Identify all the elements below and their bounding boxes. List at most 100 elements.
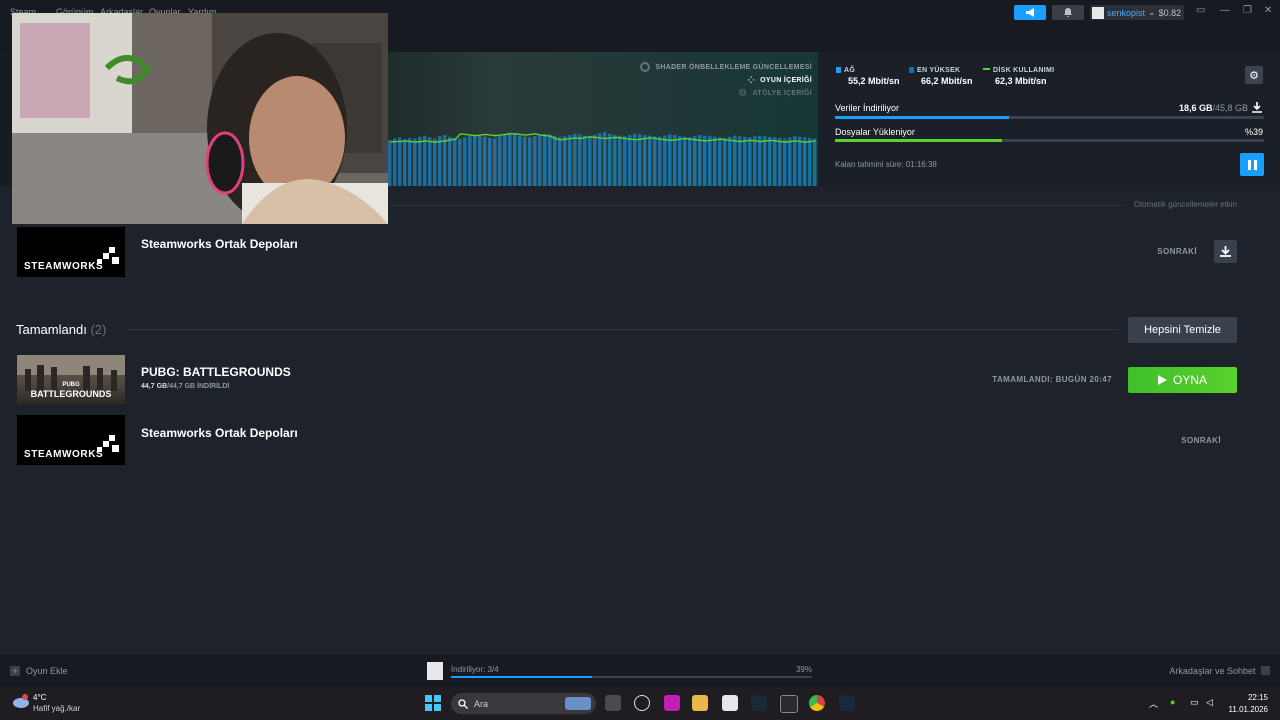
- graph-bar: [793, 136, 797, 186]
- graph-bar: [763, 136, 767, 186]
- announcements-button[interactable]: [1014, 5, 1046, 20]
- graph-bar: [523, 136, 527, 186]
- chrome-icon[interactable]: [809, 695, 825, 711]
- weather-temperature[interactable]: 4°C: [33, 693, 46, 702]
- webcam-feed: [12, 13, 388, 224]
- graph-bar: [748, 137, 752, 186]
- graph-bar: [408, 137, 412, 186]
- search-highlight-image: [565, 697, 591, 710]
- graph-bar: [698, 135, 702, 186]
- steamworks-thumbnail[interactable]: STEAMWORKS: [17, 415, 125, 465]
- graph-bar: [633, 133, 637, 186]
- graph-bar: [683, 136, 687, 186]
- task-view-icon[interactable]: [605, 695, 621, 711]
- account-menu[interactable]: senkopist ⌄ $0.82: [1090, 5, 1184, 20]
- downloading-game-icon[interactable]: [427, 662, 443, 680]
- bar-chart-icon: [909, 67, 914, 73]
- app-icon[interactable]: [634, 695, 650, 711]
- avatar: [1092, 6, 1104, 19]
- footer-progress-bar: [451, 676, 812, 678]
- search-icon: [458, 698, 468, 709]
- graph-bar: [488, 137, 492, 186]
- pause-button[interactable]: [1240, 153, 1264, 176]
- bar-chart-icon: [836, 67, 841, 73]
- graph-bar: [708, 136, 712, 186]
- network-label: AĞ: [836, 67, 855, 74]
- gear-icon: ⚙: [1249, 69, 1259, 82]
- clock-date[interactable]: 11.01.2026: [1210, 705, 1268, 714]
- graph-bar: [468, 136, 472, 186]
- svg-text:BATTLEGROUNDS: BATTLEGROUNDS: [31, 389, 112, 399]
- graph-bar: [628, 135, 632, 186]
- big-picture-icon[interactable]: ▭: [1196, 5, 1205, 16]
- steamworks-thumbnail[interactable]: STEAMWORKS: [17, 227, 125, 277]
- graph-bar: [693, 136, 697, 186]
- disk-label: DİSK KULLANIMI: [983, 67, 1054, 74]
- graph-bar: [678, 136, 682, 186]
- epic-games-icon[interactable]: [780, 695, 798, 713]
- graph-bar: [648, 135, 652, 186]
- file-explorer-icon[interactable]: [692, 695, 708, 711]
- maximize-icon[interactable]: ❐: [1243, 5, 1252, 16]
- up-next-title[interactable]: Steamworks Ortak Depoları: [141, 237, 298, 251]
- app-icon[interactable]: [664, 695, 680, 711]
- graph-bar: [483, 136, 487, 186]
- windows-logo-icon: [425, 695, 432, 702]
- close-icon[interactable]: ✕: [1264, 5, 1272, 16]
- download-progress-fill: [835, 116, 1010, 119]
- graph-bar: [543, 133, 547, 186]
- download-graph: [388, 132, 817, 186]
- graph-bar: [508, 132, 512, 186]
- steam-icon[interactable]: [839, 695, 855, 711]
- graph-bar: [388, 139, 392, 186]
- friends-chat-button[interactable]: Arkadaşlar ve Sohbet: [1120, 666, 1270, 676]
- graph-bar: [413, 138, 417, 186]
- graph-bar: [643, 135, 647, 186]
- graph-bar: [403, 139, 407, 186]
- graph-bar: [753, 136, 757, 186]
- svg-text:PUBG: PUBG: [62, 382, 80, 388]
- graph-bar: [568, 135, 572, 186]
- graph-bar: [443, 135, 447, 186]
- graph-bar: [533, 136, 537, 186]
- steam-icon[interactable]: [751, 695, 767, 711]
- download-settings-button[interactable]: ⚙: [1245, 66, 1263, 84]
- store-icon[interactable]: [722, 695, 738, 711]
- graph-bar: [503, 133, 507, 186]
- start-button[interactable]: [425, 695, 441, 711]
- graph-bar: [493, 138, 497, 186]
- pubg-thumbnail[interactable]: PUBG BATTLEGROUNDS: [17, 355, 125, 404]
- graph-bar: [538, 135, 542, 186]
- divider: [390, 205, 1125, 206]
- network-icon[interactable]: ▭: [1190, 697, 1199, 708]
- graph-bar: [663, 135, 667, 186]
- play-button[interactable]: OYNA: [1128, 367, 1237, 393]
- footer-download-label[interactable]: İndiriliyor: 3/4: [451, 665, 499, 674]
- steamworks-completed-title[interactable]: Steamworks Ortak Depoları: [141, 426, 298, 440]
- clock-time[interactable]: 22:15: [1210, 693, 1268, 702]
- add-game-button[interactable]: + Oyun Ekle: [10, 666, 68, 676]
- graph-bar: [448, 136, 452, 186]
- legend-shader-cache: SHADER ÖNBELLEKLEME GÜNCELLEMESİ: [640, 62, 812, 72]
- install-progress-fill: [835, 139, 1003, 142]
- chat-icon: [1261, 666, 1270, 675]
- tray-overflow-icon[interactable]: ︿: [1149, 697, 1158, 710]
- notifications-button[interactable]: [1052, 5, 1084, 20]
- shader-cache-icon: [640, 62, 651, 72]
- divider: [128, 329, 1118, 330]
- graph-bar: [428, 137, 432, 186]
- graph-bar: [688, 137, 692, 186]
- footer-download-percent: 39%: [795, 665, 812, 674]
- weather-cloud-icon[interactable]: [12, 693, 30, 711]
- graph-bar: [813, 138, 817, 186]
- weather-description[interactable]: Hafif yağ./kar: [33, 704, 80, 713]
- minimize-icon[interactable]: —: [1220, 5, 1230, 16]
- estimated-time: Kalan tahmini süre: 01:16:38: [835, 160, 937, 169]
- pubg-completed-status: TAMAMLANDI: BUGÜN 20:47: [992, 375, 1112, 384]
- pubg-title[interactable]: PUBG: BATTLEGROUNDS: [141, 365, 291, 379]
- webcam-overlay: [12, 13, 388, 224]
- start-download-button[interactable]: [1214, 240, 1237, 263]
- taskbar-search[interactable]: Ara: [451, 693, 596, 714]
- clear-all-button[interactable]: Hepsini Temizle: [1128, 317, 1237, 343]
- microphone-icon[interactable]: ●: [1170, 697, 1175, 707]
